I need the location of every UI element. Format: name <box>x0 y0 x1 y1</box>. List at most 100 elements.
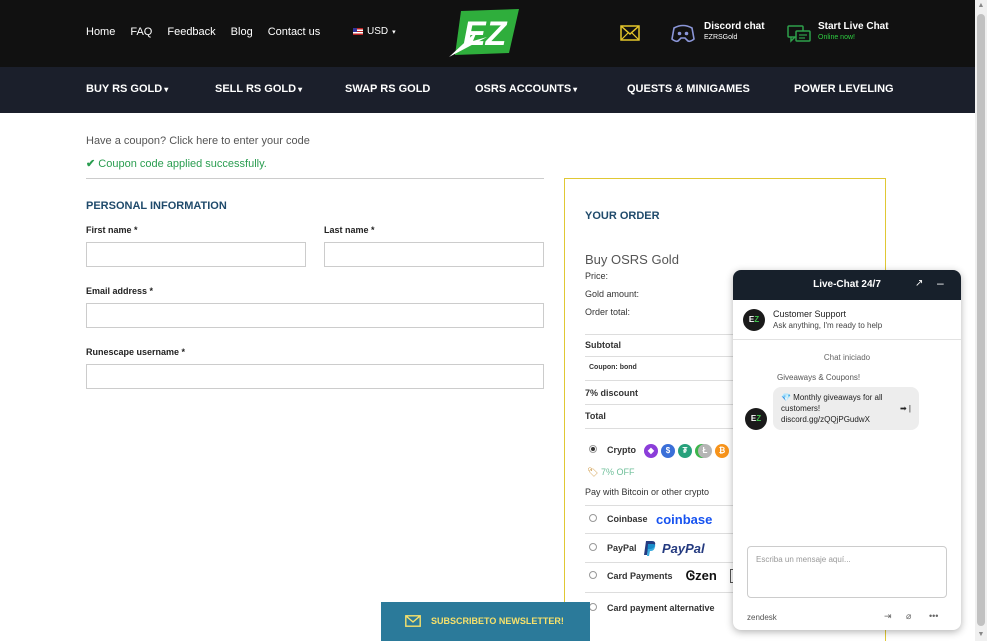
agent-avatar: EZ <box>743 309 765 331</box>
attachment-icon[interactable]: ⌀ <box>906 611 911 622</box>
message-avatar: EZ <box>745 408 767 430</box>
divider <box>585 533 745 534</box>
scroll-up-arrow-icon[interactable]: ▲ <box>975 0 987 12</box>
bubble-row: customers! ➡ | <box>781 403 911 414</box>
paypal-icon <box>644 541 656 556</box>
tether-coin-icon: ₮ <box>678 444 692 458</box>
nav-label: POWER LEVELING <box>794 83 894 95</box>
bubble-line2: customers! <box>781 404 821 413</box>
nav-label: QUESTS & MINIGAMES <box>627 83 750 95</box>
live-chat-widget: Live-Chat 24/7 ↗ – EZ Customer Support A… <box>733 270 961 630</box>
chevron-down-icon: ▾ <box>298 85 303 94</box>
discord-chat-link[interactable]: Discord chat EZRSGold <box>704 21 765 41</box>
price-label: Price: <box>585 271 609 281</box>
top-nav: Home FAQ Feedback Blog Contact us <box>86 26 335 38</box>
divider <box>585 380 745 381</box>
checkmark-icon: ✔ <box>86 158 96 170</box>
total-label: Total <box>585 411 606 421</box>
nav-home[interactable]: Home <box>86 26 115 38</box>
coupon-success-message: ✔ Coupon code applied successfully. <box>86 157 267 170</box>
chat-header: Live-Chat 24/7 ↗ – <box>733 270 961 300</box>
start-live-chat-link[interactable]: Start Live Chat Online now! <box>818 21 889 41</box>
product-name: Buy OSRS Gold <box>585 252 679 267</box>
coinbase-logo: coinbase <box>656 512 713 527</box>
mail-icon[interactable] <box>620 25 640 41</box>
logo-text: EZ <box>463 15 508 53</box>
chat-message-input[interactable]: Escriba un mensaje aquí... <box>747 546 947 598</box>
crypto-description: Pay with Bitcoin or other crypto <box>585 487 710 497</box>
transcript-icon[interactable]: ⇥ <box>884 611 892 622</box>
coupon-question: Have a coupon? <box>86 135 167 147</box>
last-name-label: Last name * <box>324 225 375 235</box>
divider <box>585 404 745 405</box>
newsletter-bar[interactable]: SUBSCRIBETO NEWSLETTER! <box>381 602 590 641</box>
chat-title: Live-Chat 24/7 <box>813 279 881 290</box>
agent-name: Customer Support <box>773 309 847 319</box>
eth-coin-icon: ◆ <box>644 444 658 458</box>
coupon-prompt: Have a coupon? Click here to enter your … <box>86 135 310 147</box>
first-name-label: First name * <box>86 225 138 235</box>
nav-buy-rs-gold[interactable]: BUY RS GOLD ▾ <box>86 83 168 95</box>
card-alt-radio[interactable] <box>589 603 597 611</box>
card-payments-label: Card Payments <box>607 571 673 581</box>
scroll-down-arrow-icon[interactable]: ▼ <box>975 629 987 641</box>
nav-swap-rs-gold[interactable]: SWAP RS GOLD <box>345 83 430 95</box>
bubble-line1: 💎 Monthly giveaways for all <box>781 393 883 402</box>
crypto-label: Crypto <box>607 445 636 455</box>
ez-logo[interactable]: EZ <box>447 7 525 59</box>
paypal-radio[interactable] <box>589 543 597 551</box>
chat-message-bubble: 💎 Monthly giveaways for all customers! ➡… <box>773 387 919 430</box>
nav-blog[interactable]: Blog <box>231 26 253 38</box>
divider <box>86 178 544 179</box>
bubble-link[interactable]: discord.gg/zQQjPGudwX <box>781 414 911 425</box>
nav-sell-rs-gold[interactable]: SELL RS GOLD ▾ <box>215 83 302 95</box>
your-order-title: YOUR ORDER <box>585 210 660 222</box>
first-name-input[interactable] <box>86 242 306 267</box>
top-bar: Home FAQ Feedback Blog Contact us USD ▾ … <box>0 0 975 67</box>
discord-icon[interactable] <box>670 22 696 44</box>
coinbase-radio[interactable] <box>589 514 597 522</box>
coupon-label: Coupon: bond <box>589 364 637 371</box>
discord-title: Discord chat <box>704 21 765 32</box>
live-chat-status: Online now! <box>818 34 855 41</box>
agent-subtitle: Ask anything, I'm ready to help <box>773 321 883 330</box>
chat-bubble-icon[interactable] <box>786 23 812 45</box>
nav-faq[interactable]: FAQ <box>130 26 152 38</box>
discount-label: 7% discount <box>585 388 639 398</box>
coupon-link[interactable]: Click here to enter your code <box>169 135 310 147</box>
expand-icon[interactable]: ↗ <box>915 278 923 289</box>
zen-swirl-icon: Ꮆ <box>686 568 696 583</box>
divider <box>585 356 745 357</box>
paypal-logo: PayPal <box>662 541 705 556</box>
nav-feedback[interactable]: Feedback <box>167 26 215 38</box>
us-flag-icon <box>353 28 363 35</box>
scroll-thumb[interactable] <box>977 14 985 626</box>
page-scrollbar[interactable]: ▲ ▼ <box>975 0 987 641</box>
card-payments-radio[interactable] <box>589 571 597 579</box>
subtotal-label: Subtotal <box>585 340 621 350</box>
nav-osrs-accounts[interactable]: OSRS ACCOUNTS ▾ <box>475 83 577 95</box>
nav-quests-minigames[interactable]: QUESTS & MINIGAMES <box>627 83 750 95</box>
nav-label: SELL RS GOLD <box>215 83 297 95</box>
mail-icon <box>405 615 421 627</box>
more-options-icon[interactable]: ••• <box>929 611 938 621</box>
bitcoin-coin-icon: ₿ <box>715 444 729 458</box>
currency-label: USD <box>367 26 389 37</box>
card-alt-label: Card payment alternative <box>607 603 715 613</box>
username-input[interactable] <box>86 364 544 389</box>
email-input[interactable] <box>86 303 544 328</box>
nav-power-leveling[interactable]: POWER LEVELING <box>794 83 894 95</box>
crypto-discount-text: 7% OFF <box>600 467 635 477</box>
zen-logo: Ꮆzen <box>686 568 717 584</box>
minimize-icon[interactable]: – <box>937 276 944 290</box>
coupon-success-text: Coupon code applied successfully. <box>98 158 267 170</box>
crypto-discount-badge: 🏷 7% OFF <box>587 467 634 478</box>
nav-contact[interactable]: Contact us <box>268 26 321 38</box>
crypto-radio[interactable] <box>589 445 597 453</box>
live-chat-title: Start Live Chat <box>818 21 889 32</box>
last-name-input[interactable] <box>324 242 544 267</box>
chat-giveaway-label: Giveaways & Coupons! <box>777 373 861 382</box>
currency-selector[interactable]: USD ▾ <box>353 26 396 37</box>
nav-label: BUY RS GOLD <box>86 83 163 95</box>
divider <box>585 505 745 506</box>
